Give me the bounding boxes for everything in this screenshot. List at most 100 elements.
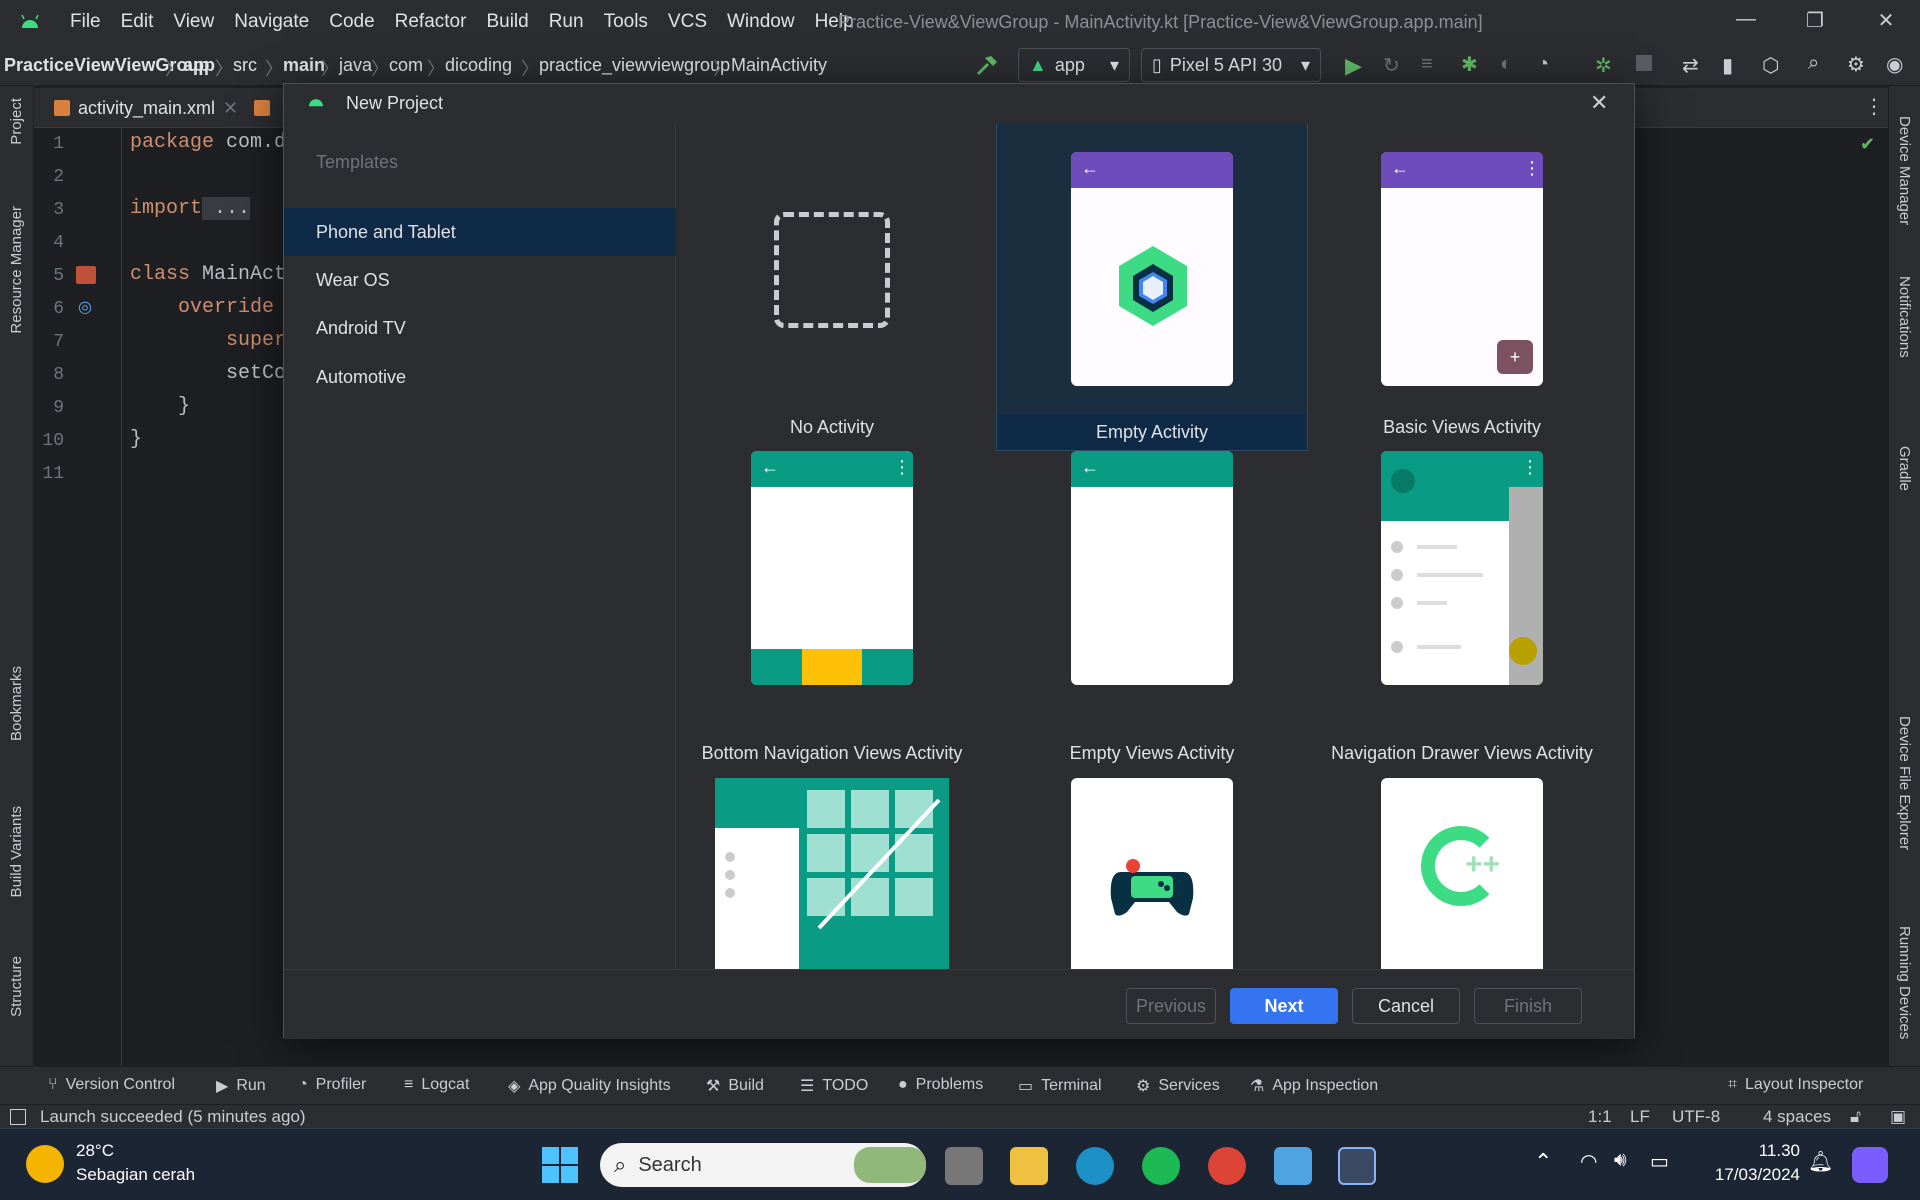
tool-notifications[interactable]: Notifications: [1896, 276, 1913, 358]
device-selector[interactable]: ▯ Pixel 5 API 30 ▾: [1141, 48, 1321, 82]
tool-window-build[interactable]: ⚒ Build: [706, 1076, 764, 1096]
code-line-8[interactable]: super: [226, 329, 286, 352]
battery-icon[interactable]: ▭: [1650, 1149, 1669, 1174]
tool-window-problems[interactable]: ● Problems: [898, 1076, 983, 1094]
line-separator[interactable]: LF: [1630, 1107, 1650, 1127]
tool-window-app-inspection[interactable]: ⚗ App Inspection: [1250, 1076, 1378, 1096]
code-line-7[interactable]: override: [178, 296, 274, 319]
category-wear-os[interactable]: Wear OS: [284, 256, 676, 304]
code-line-11[interactable]: }: [130, 428, 142, 451]
minimize-icon[interactable]: —: [1722, 8, 1770, 36]
template-navigation-drawer-views-activity[interactable]: ⋮ Navigation Drawer Views Activity: [1307, 451, 1617, 777]
tool-structure[interactable]: Structure: [8, 956, 25, 1017]
notification-bell-icon[interactable]: 🔔︎: [1808, 1149, 1833, 1174]
menu-navigate[interactable]: Navigate: [224, 11, 319, 33]
tool-window-layout-inspector[interactable]: ⌗ Layout Inspector: [1728, 1076, 1863, 1094]
template-empty-views-activity[interactable]: ← Empty Views Activity: [997, 451, 1307, 777]
tool-device-manager[interactable]: Device Manager: [1896, 116, 1913, 225]
folded-imports[interactable]: ...: [202, 197, 251, 220]
caret-position[interactable]: 1:1: [1588, 1107, 1612, 1127]
sdk-manager-icon[interactable]: ⬡: [1762, 53, 1779, 78]
lock-icon[interactable]: 🔓︎: [1850, 1107, 1861, 1127]
device-manager-icon[interactable]: ▮: [1722, 53, 1733, 78]
attach-process-icon[interactable]: ✲: [1595, 53, 1612, 78]
breadcrumb-5[interactable]: com: [389, 55, 423, 76]
finish-button[interactable]: Finish: [1474, 988, 1582, 1024]
copilot-icon[interactable]: [1852, 1147, 1888, 1183]
sync-gradle-icon[interactable]: ⇄: [1682, 53, 1699, 78]
tool-window-version-control[interactable]: ⑂ Version Control: [48, 1076, 175, 1094]
override-gutter-icon[interactable]: ◎: [78, 297, 92, 317]
menu-tools[interactable]: Tools: [594, 11, 658, 33]
breadcrumb-7[interactable]: practice_viewviewgroup: [539, 55, 730, 76]
menu-refactor[interactable]: Refactor: [385, 11, 477, 33]
breadcrumb-1[interactable]: app: [183, 55, 215, 76]
close-tab-icon[interactable]: ✕: [223, 98, 238, 119]
account-icon[interactable]: ◉: [1886, 52, 1903, 77]
weather-temp[interactable]: 28°C: [76, 1141, 114, 1161]
status-message[interactable]: Launch succeeded (5 minutes ago): [40, 1107, 306, 1127]
file-encoding[interactable]: UTF-8: [1672, 1107, 1720, 1127]
tool-window-run[interactable]: ▶ Run: [216, 1076, 266, 1096]
status-toggle-icon[interactable]: [10, 1109, 26, 1125]
menu-build[interactable]: Build: [476, 11, 538, 33]
menu-vcs[interactable]: VCS: [658, 11, 717, 33]
file-explorer-icon[interactable]: [1010, 1147, 1048, 1185]
tool-window-logcat[interactable]: ≡ Logcat: [404, 1076, 469, 1094]
tool-window-terminal[interactable]: ▭ Terminal: [1018, 1076, 1102, 1096]
tool-window-profiler[interactable]: ◔ Profiler: [298, 1076, 366, 1094]
stop-icon[interactable]: [1636, 55, 1652, 71]
close-window-icon[interactable]: ✕: [1862, 8, 1910, 36]
menu-file[interactable]: File: [60, 11, 111, 33]
menu-run[interactable]: Run: [539, 11, 594, 33]
tool-resource-manager[interactable]: Resource Manager: [8, 206, 25, 334]
attach-debugger-icon[interactable]: ◐: [1500, 53, 1512, 76]
close-dialog-icon[interactable]: ✕: [1590, 90, 1608, 116]
template-responsive-views-activity[interactable]: [677, 778, 987, 969]
debug-icon[interactable]: ✱: [1461, 52, 1478, 77]
menu-code[interactable]: Code: [319, 11, 384, 33]
breadcrumb-6[interactable]: dicoding: [445, 55, 512, 76]
next-button[interactable]: Next: [1230, 988, 1338, 1024]
tool-running-devices[interactable]: Running Devices: [1896, 926, 1913, 1039]
clock-time[interactable]: 11.30: [1700, 1141, 1800, 1161]
tool-window-services[interactable]: ⚙ Services: [1136, 1076, 1220, 1096]
category-phone-and-tablet[interactable]: Phone and Tablet: [284, 208, 676, 256]
template-native-cpp[interactable]: ++: [1307, 778, 1617, 969]
code-line-10[interactable]: }: [178, 395, 190, 418]
tool-window-app-quality-insights[interactable]: ◈ App Quality Insights: [508, 1076, 671, 1096]
menu-window[interactable]: Window: [717, 11, 805, 33]
template-empty-activity[interactable]: ← Empty Activity: [996, 124, 1308, 451]
apply-changes-icon[interactable]: ≡: [1421, 53, 1433, 76]
chevron-up-icon[interactable]: ⌃: [1534, 1149, 1552, 1175]
weather-desc[interactable]: Sebagian cerah: [76, 1165, 195, 1185]
notepad-icon[interactable]: [1274, 1147, 1312, 1185]
edge-icon[interactable]: [1076, 1147, 1114, 1185]
tab-activity-main-xml[interactable]: activity_main.xml ✕: [44, 88, 248, 128]
category-android-tv[interactable]: Android TV: [284, 304, 676, 352]
task-view-icon[interactable]: [945, 1147, 983, 1185]
breadcrumb-3[interactable]: main: [283, 55, 325, 76]
android-studio-taskbar-icon[interactable]: [1338, 1147, 1376, 1185]
layout-gutter-icon[interactable]: [76, 266, 96, 284]
code-line-9[interactable]: setCo: [226, 362, 286, 385]
search-icon[interactable]: ⌕: [1808, 52, 1819, 75]
template-no-activity[interactable]: No Activity: [677, 124, 987, 450]
indent-setting[interactable]: 4 spaces: [1763, 1107, 1831, 1127]
code-line-1[interactable]: package com.d: [130, 131, 286, 154]
template-game-activity[interactable]: [997, 778, 1307, 969]
more-tabs-icon[interactable]: ⋮: [1864, 94, 1884, 119]
rerun-icon[interactable]: ↻: [1383, 53, 1400, 78]
spotify-icon[interactable]: [1142, 1147, 1180, 1185]
memory-indicator-icon[interactable]: ▣: [1890, 1107, 1906, 1127]
tool-project[interactable]: Project: [8, 98, 25, 145]
tool-build-variants[interactable]: Build Variants: [8, 806, 25, 897]
menu-view[interactable]: View: [163, 11, 224, 33]
code-line-3[interactable]: import ...: [130, 197, 251, 220]
previous-button[interactable]: Previous: [1126, 988, 1216, 1024]
cancel-button[interactable]: Cancel: [1352, 988, 1460, 1024]
xml-file-icon[interactable]: [254, 100, 270, 116]
code-line-6[interactable]: class MainAct: [130, 263, 286, 286]
tool-gradle[interactable]: Gradle: [1896, 446, 1913, 491]
chrome-icon[interactable]: [1208, 1147, 1246, 1185]
